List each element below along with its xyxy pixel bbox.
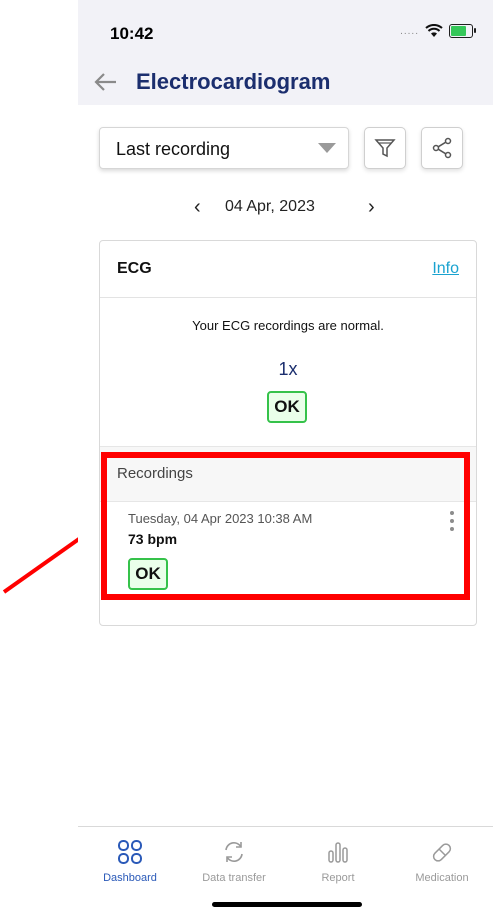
- filter-icon: [374, 139, 396, 158]
- period-select[interactable]: Last recording: [99, 127, 349, 169]
- filter-row: Last recording: [99, 127, 469, 169]
- next-date-button[interactable]: ›: [368, 196, 375, 219]
- tab-dashboard[interactable]: Dashboard: [78, 827, 182, 887]
- back-arrow-icon[interactable]: [92, 68, 120, 96]
- tab-data-transfer[interactable]: Data transfer: [182, 827, 286, 887]
- pill-icon: [432, 843, 452, 862]
- filter-button[interactable]: [364, 127, 406, 169]
- signal-dots: .....: [400, 25, 419, 37]
- annotation-highlight-box: [101, 452, 470, 600]
- period-select-value: Last recording: [116, 139, 231, 159]
- tab-report-label: Report: [321, 872, 355, 884]
- battery-icon: [449, 24, 476, 38]
- date-navigator: ‹ 04 Apr, 2023 ›: [78, 196, 493, 220]
- page-title: Electrocardiogram: [136, 69, 331, 94]
- sync-icon: [225, 842, 243, 862]
- status-badge: OK: [267, 391, 307, 423]
- tab-medication[interactable]: Medication: [390, 827, 493, 887]
- tab-report[interactable]: Report: [286, 827, 390, 887]
- share-icon: [432, 137, 452, 159]
- tab-data-transfer-label: Data transfer: [202, 872, 266, 884]
- ecg-summary-text: Your ECG recordings are normal.: [192, 318, 384, 333]
- recording-count: 1x: [278, 359, 298, 379]
- info-link[interactable]: Info: [432, 260, 459, 278]
- report-icon: [328, 842, 348, 863]
- dashboard-icon: [118, 840, 142, 864]
- previous-date-button[interactable]: ‹: [194, 196, 201, 219]
- current-date: 04 Apr, 2023: [225, 198, 315, 215]
- chevron-down-icon: [318, 143, 336, 153]
- ecg-card-title: ECG: [117, 260, 152, 277]
- ecg-card-header: ECG Info: [100, 241, 476, 298]
- tab-medication-label: Medication: [415, 872, 469, 884]
- tab-dashboard-label: Dashboard: [103, 872, 157, 884]
- app-header: 10:42 ..... Electrocardiogram: [78, 0, 493, 105]
- status-time: 10:42: [110, 24, 154, 43]
- bottom-tab-bar: Dashboard Data transfer Report Medicatio…: [78, 826, 493, 887]
- share-button[interactable]: [421, 127, 463, 169]
- home-indicator: [212, 902, 362, 907]
- wifi-icon: [425, 24, 443, 37]
- status-icons: .....: [400, 24, 476, 38]
